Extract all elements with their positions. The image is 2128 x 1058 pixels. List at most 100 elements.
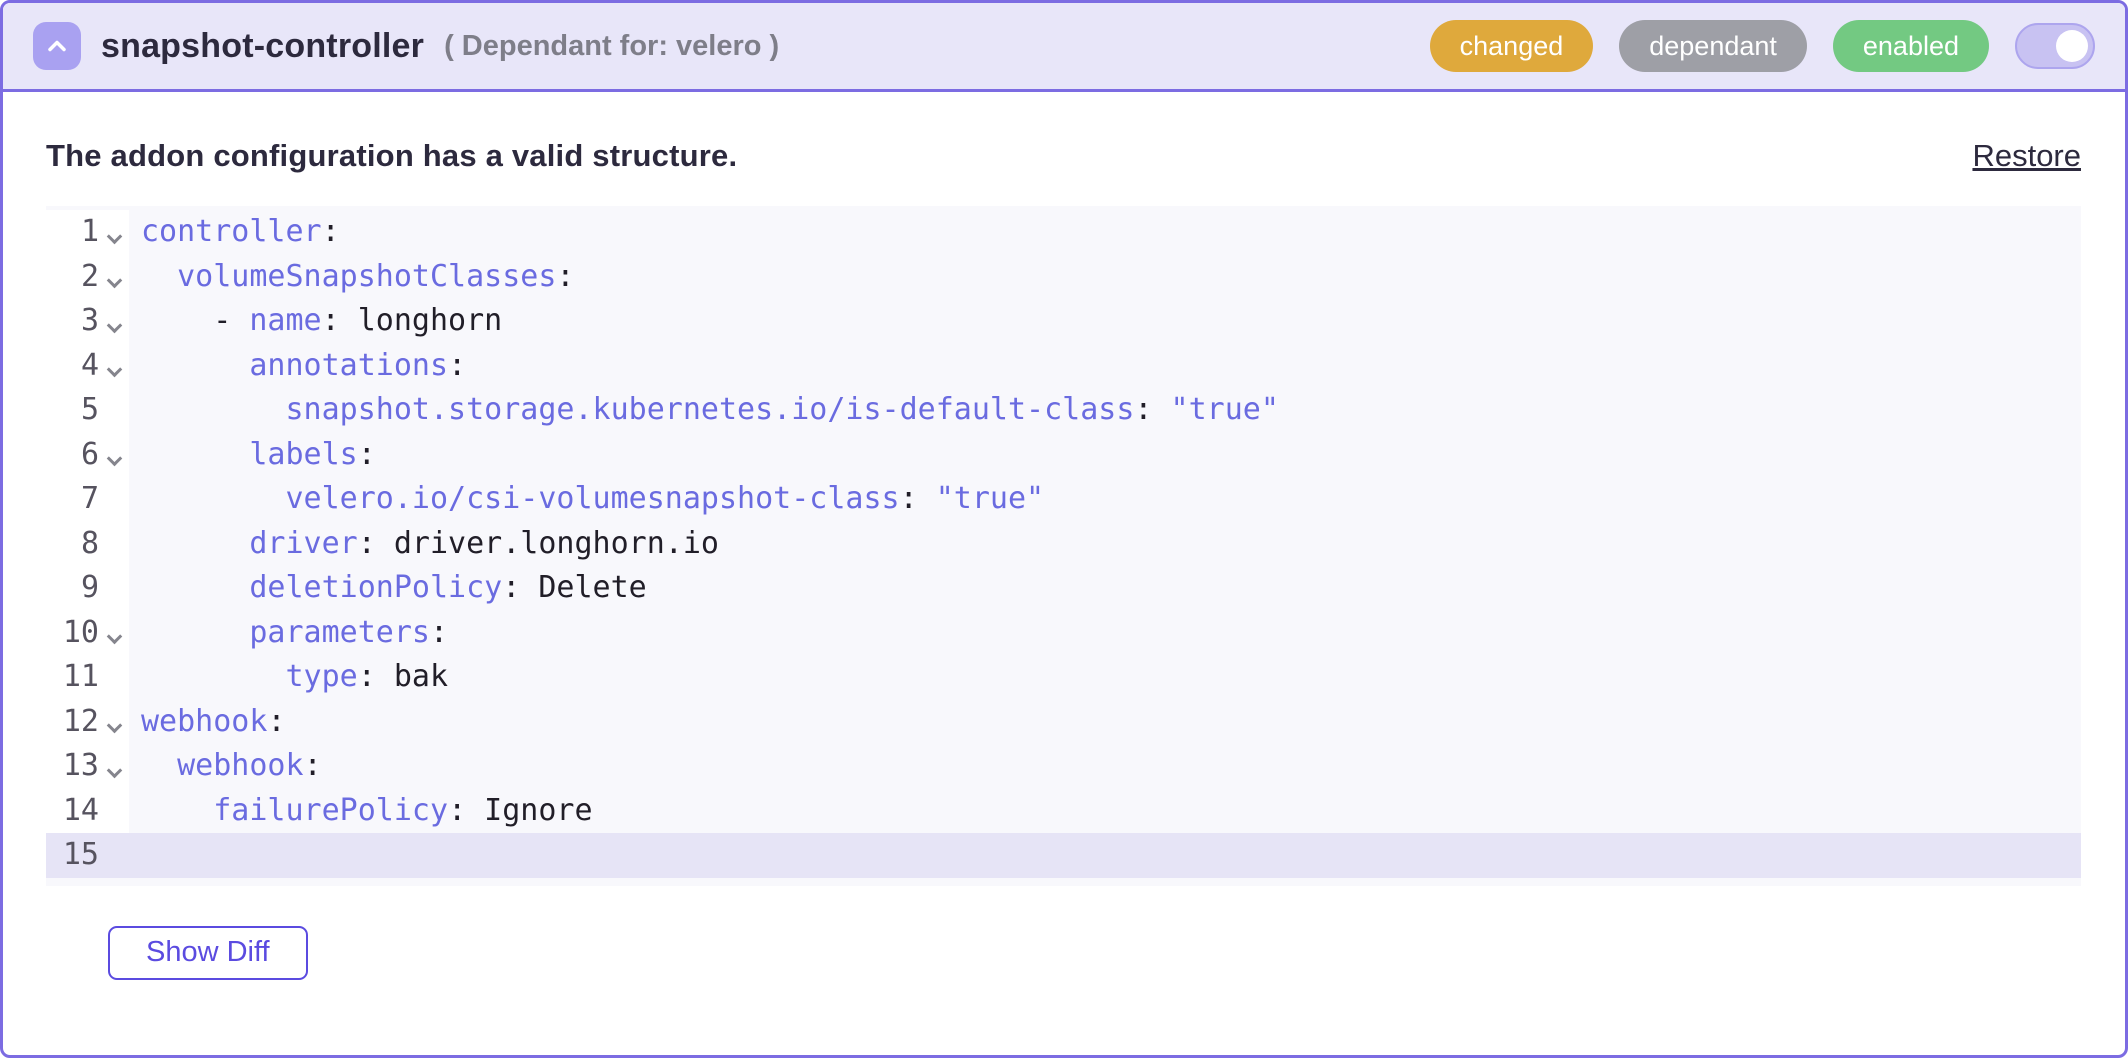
code-text: failurePolicy: Ignore <box>129 789 593 834</box>
line-gutter[interactable]: 12 <box>46 700 129 745</box>
editor-line[interactable]: 7 velero.io/csi-volumesnapshot-class: "t… <box>46 477 2081 522</box>
editor-line[interactable]: 4 annotations: <box>46 344 2081 389</box>
code-text: driver: driver.longhorn.io <box>129 522 719 567</box>
code-text: type: bak <box>129 655 448 700</box>
line-number: 10 <box>46 611 99 656</box>
line-number: 15 <box>46 833 99 878</box>
chevron-down-icon <box>106 228 122 244</box>
enabled-toggle[interactable] <box>2015 23 2095 69</box>
fold-spacer <box>99 566 129 611</box>
line-gutter[interactable]: 11 <box>46 655 129 700</box>
line-gutter[interactable]: 2 <box>46 255 129 300</box>
editor-line[interactable]: 13 webhook: <box>46 744 2081 789</box>
fold-toggle[interactable] <box>99 210 129 255</box>
fold-spacer <box>99 522 129 567</box>
fold-toggle[interactable] <box>99 344 129 389</box>
addon-body: The addon configuration has a valid stru… <box>3 92 2125 1055</box>
line-gutter[interactable]: 8 <box>46 522 129 567</box>
line-number: 5 <box>46 388 99 433</box>
line-number: 9 <box>46 566 99 611</box>
fold-spacer <box>99 655 129 700</box>
code-text: annotations: <box>129 344 466 389</box>
code-text: controller: <box>129 210 340 255</box>
code-text: webhook: <box>129 744 322 789</box>
code-text: labels: <box>129 433 376 478</box>
line-gutter[interactable]: 1 <box>46 210 129 255</box>
fold-spacer <box>99 833 129 878</box>
editor-line[interactable]: 1 controller: <box>46 210 2081 255</box>
yaml-editor[interactable]: 1controller:2 volumeSnapshotClasses:3 - … <box>46 206 2081 886</box>
chevron-down-icon <box>106 273 122 289</box>
status-badge-dependant: dependant <box>1619 20 1807 72</box>
validation-message: The addon configuration has a valid stru… <box>46 138 737 174</box>
status-badge-enabled: enabled <box>1833 20 1989 72</box>
chevron-up-icon <box>43 32 71 60</box>
editor-line[interactable]: 9 deletionPolicy: Delete <box>46 566 2081 611</box>
code-text: - name: longhorn <box>129 299 502 344</box>
line-gutter[interactable]: 9 <box>46 566 129 611</box>
fold-toggle[interactable] <box>99 433 129 478</box>
editor-line[interactable]: 15 <box>46 833 2081 878</box>
chevron-down-icon <box>106 451 122 467</box>
line-gutter[interactable]: 13 <box>46 744 129 789</box>
fold-spacer <box>99 789 129 834</box>
line-number: 13 <box>46 744 99 789</box>
line-number: 7 <box>46 477 99 522</box>
code-text: webhook: <box>129 700 286 745</box>
line-number: 6 <box>46 433 99 478</box>
editor-line[interactable]: 10 parameters: <box>46 611 2081 656</box>
editor-line[interactable]: 12 webhook: <box>46 700 2081 745</box>
line-number: 12 <box>46 700 99 745</box>
fold-toggle[interactable] <box>99 255 129 300</box>
addon-header: snapshot-controller ( Dependant for: vel… <box>3 3 2125 92</box>
line-gutter[interactable]: 4 <box>46 344 129 389</box>
collapse-button[interactable] <box>33 22 81 70</box>
line-gutter[interactable]: 3 <box>46 299 129 344</box>
show-diff-button[interactable]: Show Diff <box>108 926 308 980</box>
code-text: velero.io/csi-volumesnapshot-class: "tru… <box>129 477 1044 522</box>
chevron-down-icon <box>106 317 122 333</box>
line-number: 3 <box>46 299 99 344</box>
status-badge-changed: changed <box>1430 20 1594 72</box>
code-text <box>129 833 141 878</box>
fold-toggle[interactable] <box>99 611 129 656</box>
fold-spacer <box>99 477 129 522</box>
chevron-down-icon <box>106 718 122 734</box>
status-row: The addon configuration has a valid stru… <box>46 138 2081 174</box>
editor-line[interactable]: 14 failurePolicy: Ignore <box>46 789 2081 834</box>
chevron-down-icon <box>106 629 122 645</box>
line-gutter[interactable]: 7 <box>46 477 129 522</box>
editor-line[interactable]: 2 volumeSnapshotClasses: <box>46 255 2081 300</box>
fold-toggle[interactable] <box>99 744 129 789</box>
line-number: 14 <box>46 789 99 834</box>
line-gutter[interactable]: 5 <box>46 388 129 433</box>
toggle-knob <box>2056 30 2088 62</box>
chevron-down-icon <box>106 362 122 378</box>
line-gutter[interactable]: 15 <box>46 833 129 878</box>
fold-toggle[interactable] <box>99 700 129 745</box>
code-text: parameters: <box>129 611 448 656</box>
line-number: 2 <box>46 255 99 300</box>
chevron-down-icon <box>106 762 122 778</box>
line-gutter[interactable]: 14 <box>46 789 129 834</box>
line-number: 4 <box>46 344 99 389</box>
fold-toggle[interactable] <box>99 299 129 344</box>
code-text: volumeSnapshotClasses: <box>129 255 574 300</box>
editor-line[interactable]: 5 snapshot.storage.kubernetes.io/is-defa… <box>46 388 2081 433</box>
addon-title: snapshot-controller <box>101 27 424 66</box>
line-number: 8 <box>46 522 99 567</box>
line-number: 1 <box>46 210 99 255</box>
line-gutter[interactable]: 10 <box>46 611 129 656</box>
code-text: snapshot.storage.kubernetes.io/is-defaul… <box>129 388 1279 433</box>
editor-line[interactable]: 11 type: bak <box>46 655 2081 700</box>
restore-link[interactable]: Restore <box>1972 138 2081 174</box>
editor-line[interactable]: 6 labels: <box>46 433 2081 478</box>
line-number: 11 <box>46 655 99 700</box>
addon-panel: snapshot-controller ( Dependant for: vel… <box>0 0 2128 1058</box>
fold-spacer <box>99 388 129 433</box>
line-gutter[interactable]: 6 <box>46 433 129 478</box>
editor-line[interactable]: 3 - name: longhorn <box>46 299 2081 344</box>
editor-line[interactable]: 8 driver: driver.longhorn.io <box>46 522 2081 567</box>
addon-subtitle: ( Dependant for: velero ) <box>444 30 779 63</box>
code-text: deletionPolicy: Delete <box>129 566 647 611</box>
